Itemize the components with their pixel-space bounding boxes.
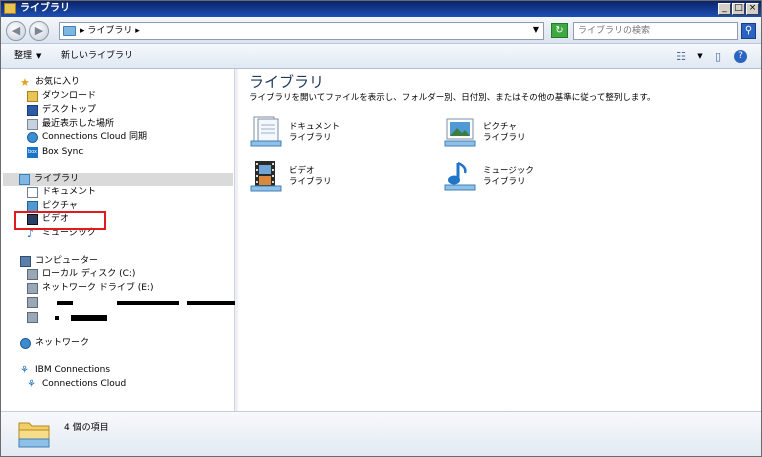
explorer-window: ライブラリ _ □ × ◀ ▶ ▸ ライブラリ ▸ ▼ ↻ ⚲ 整理▼ 新しいラ…: [0, 0, 762, 457]
redaction-bar: [55, 316, 59, 320]
command-bar: 整理 ▼ 新しいライブラリ ☷ ▼ ▯ ?: [1, 44, 761, 69]
sidebar-item-label: ダウンロード: [42, 91, 97, 101]
sidebar-item-label: ドキュメント: [42, 187, 97, 197]
library-folder-icon: [18, 422, 50, 448]
libraries-content: ライブラリ ライブラリを開いてファイルを表示し、フォルダー別、日付別、またはその…: [238, 69, 761, 411]
search-icon[interactable]: ⚲: [741, 23, 756, 39]
sidebar-item-network-drive-redacted[interactable]: [27, 311, 147, 324]
library-name: ミュージック: [483, 166, 534, 176]
highlight-box: [14, 211, 106, 230]
sidebar-item-label: Box Sync: [42, 147, 84, 157]
page-description: ライブラリを開いてファイルを表示し、フォルダー別、日付別、またはその他の基準に従…: [249, 93, 656, 103]
organize-label: 整理: [14, 51, 33, 61]
minimize-button[interactable]: _: [718, 3, 731, 15]
back-button[interactable]: ◀: [6, 21, 26, 41]
documents-icon: [27, 187, 38, 198]
address-bar-row: ◀ ▶ ▸ ライブラリ ▸ ▼ ↻ ⚲: [1, 17, 761, 44]
sidebar-item-label: ネットワーク: [35, 338, 90, 348]
search-box[interactable]: [573, 22, 738, 40]
sidebar-item-label: コンピューター: [35, 256, 99, 266]
sidebar-item-label: IBM Connections: [35, 365, 111, 375]
new-library-button[interactable]: 新しいライブラリ: [61, 50, 133, 62]
change-view-icon[interactable]: ☷: [674, 50, 688, 63]
library-tile-documents[interactable]: ドキュメント ライブラリ: [249, 115, 429, 151]
library-type: ライブラリ: [289, 133, 332, 143]
redaction-bar: [187, 301, 235, 305]
help-icon[interactable]: ?: [734, 50, 747, 63]
details-pane: 4 個の項目: [1, 411, 761, 456]
network-drive-icon: [27, 312, 38, 323]
address-dropdown-icon[interactable]: ▼: [533, 25, 539, 34]
preview-pane-icon[interactable]: ▯: [711, 50, 725, 63]
library-name: ピクチャ: [483, 122, 517, 132]
maximize-button[interactable]: □: [732, 3, 745, 15]
library-icon: [63, 26, 76, 36]
sidebar-item-label: ネットワーク ドライブ (E:): [42, 283, 154, 293]
close-button[interactable]: ×: [746, 3, 759, 15]
local-disk-icon: [27, 269, 38, 280]
chevron-down-icon: ▼: [36, 52, 42, 60]
library-type: ライブラリ: [483, 133, 526, 143]
redaction-bar: [117, 301, 179, 305]
sidebar-item-label: デスクトップ: [42, 105, 97, 115]
sidebar-item-label: Connections Cloud 同期: [42, 132, 148, 142]
documents-library-icon: [250, 116, 282, 147]
pictures-library-icon: [444, 118, 476, 147]
box-sync-icon: box: [27, 147, 38, 158]
videos-library-icon: [250, 161, 282, 192]
connections-cloud-icon: ⚘: [27, 379, 36, 390]
sidebar-item-label: 最近表示した場所: [42, 119, 115, 129]
organize-button[interactable]: 整理 ▼: [14, 50, 41, 62]
library-tile-music[interactable]: ミュージック ライブラリ: [443, 159, 623, 195]
sidebar-item-label: お気に入り: [35, 77, 81, 87]
library-name: ドキュメント: [289, 122, 341, 132]
navigation-pane: ★ お気に入り ダウンロード デスクトップ 最近表示した場所 Connectio…: [1, 69, 235, 411]
library-type: ライブラリ: [289, 177, 332, 187]
page-title: ライブラリ: [249, 73, 325, 91]
library-type: ライブラリ: [483, 177, 526, 187]
breadcrumb[interactable]: ▸ ライブラリ ▸: [80, 25, 140, 37]
library-name: ビデオ: [289, 166, 315, 176]
sidebar-item-libraries[interactable]: ライブラリ: [3, 173, 233, 186]
download-folder-icon: [27, 91, 38, 102]
sidebar-item-network-drive-redacted[interactable]: [27, 296, 235, 309]
sidebar-item-label: Connections Cloud: [42, 379, 127, 389]
redaction-bar: [71, 315, 107, 321]
library-tile-pictures[interactable]: ピクチャ ライブラリ: [443, 115, 623, 151]
window-title: ライブラリ: [20, 3, 70, 14]
title-bar[interactable]: ライブラリ _ □ ×: [1, 1, 761, 17]
star-icon: ★: [20, 76, 30, 89]
forward-button[interactable]: ▶: [29, 21, 49, 41]
connections-icon: ⚘: [20, 365, 29, 376]
recent-places-icon: [27, 119, 38, 130]
network-drive-icon: [27, 283, 38, 294]
network-icon: [20, 338, 31, 349]
sidebar-item-label: ローカル ディスク (C:): [42, 269, 136, 279]
desktop-icon: [27, 105, 38, 116]
music-library-icon: [444, 161, 476, 191]
library-tile-videos[interactable]: ビデオ ライブラリ: [249, 159, 429, 195]
refresh-button[interactable]: ↻: [551, 23, 568, 38]
redaction-bar: [57, 301, 73, 305]
item-count: 4 個の項目: [64, 423, 109, 433]
library-icon: [19, 174, 30, 185]
search-input[interactable]: [578, 24, 718, 38]
library-folder-icon: [4, 3, 16, 14]
view-options-chevron-icon[interactable]: ▼: [693, 50, 707, 63]
computer-icon: [20, 256, 31, 267]
address-field[interactable]: ▸ ライブラリ ▸ ▼: [59, 22, 544, 40]
network-drive-icon: [27, 297, 38, 308]
sidebar-item-label: ライブラリ: [34, 174, 80, 184]
connections-sync-icon: [27, 132, 38, 143]
